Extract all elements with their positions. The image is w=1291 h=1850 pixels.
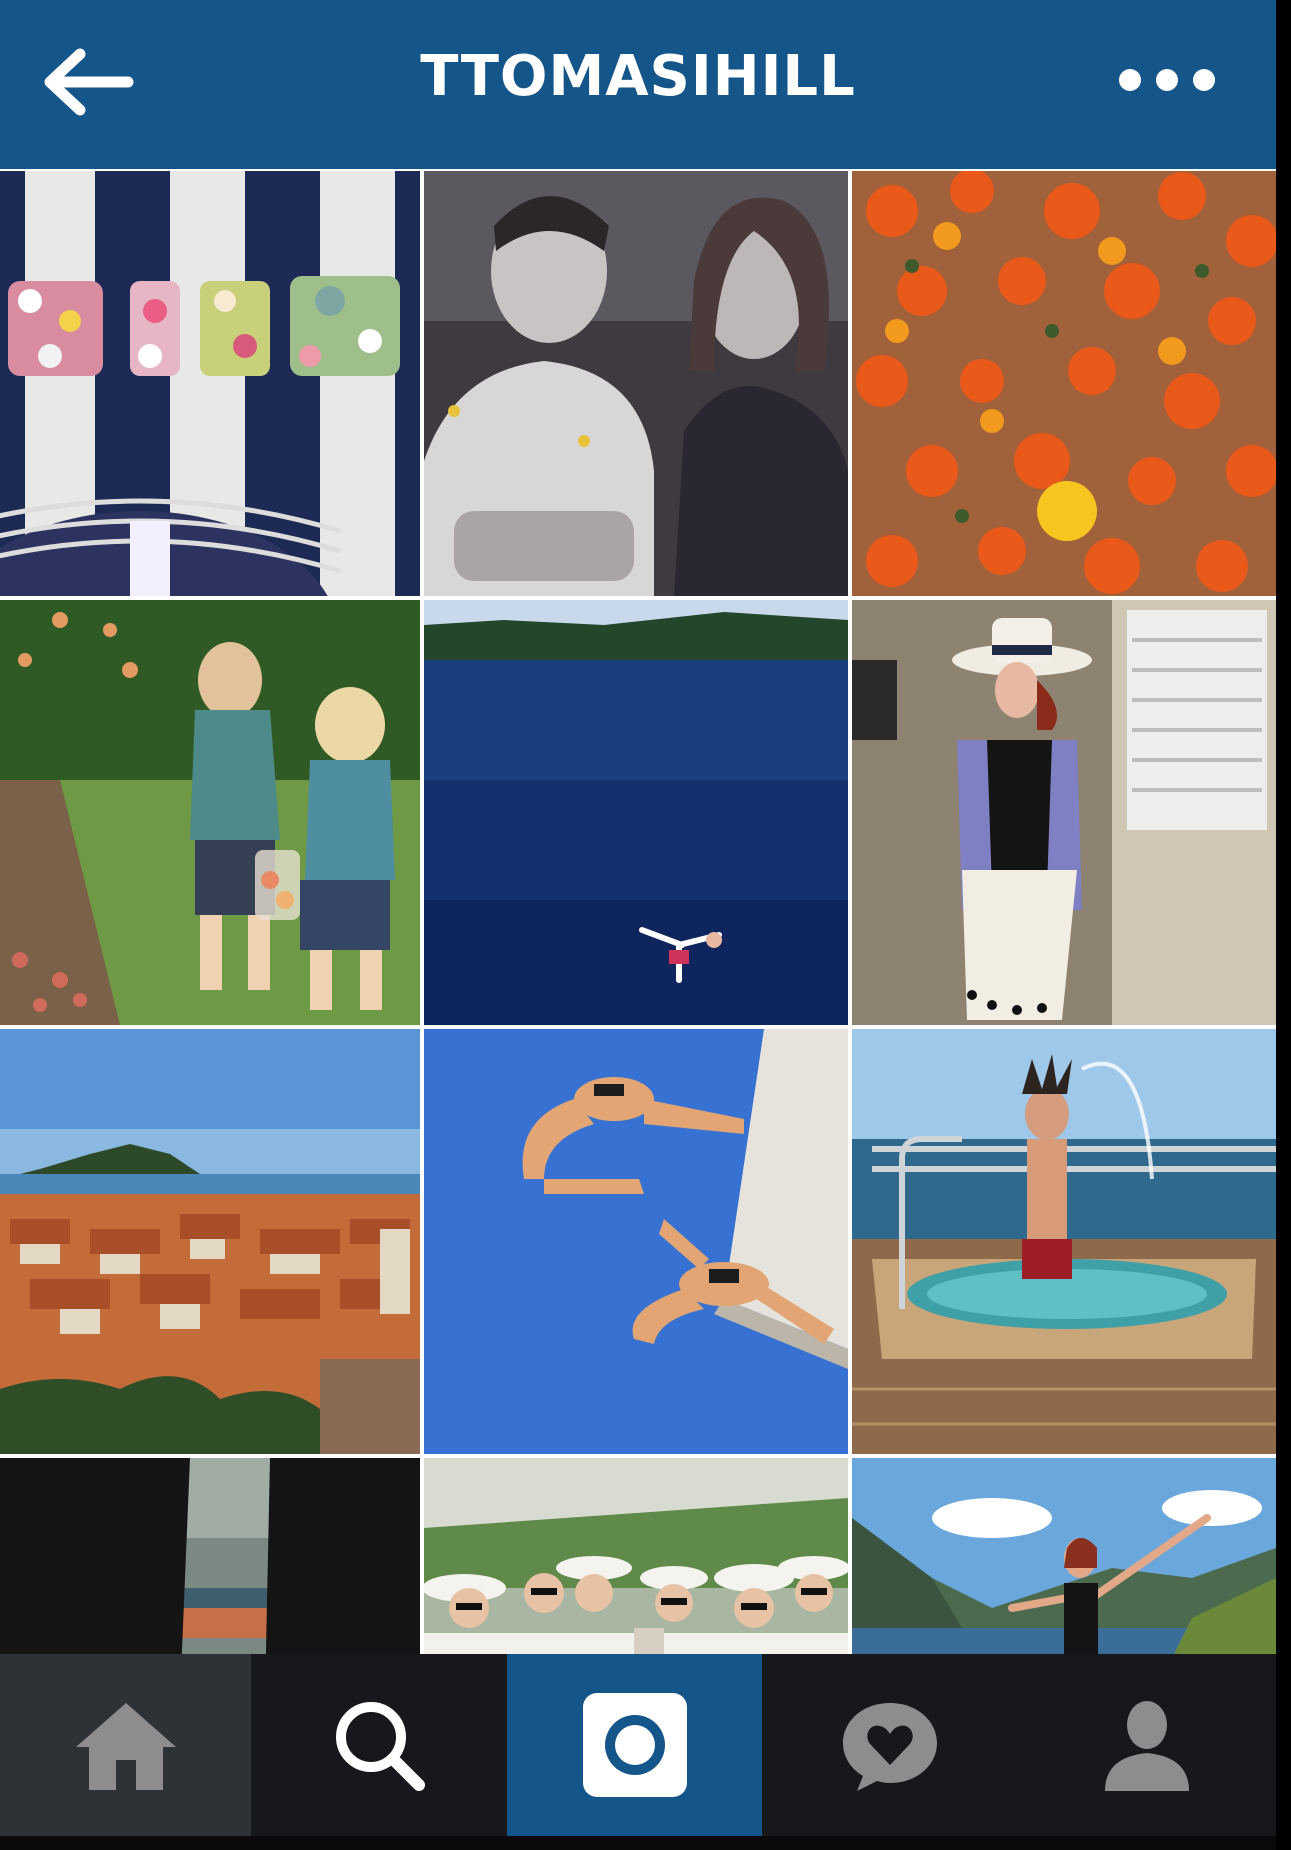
home-icon [75, 1703, 176, 1790]
swimmer-sea-photo [424, 600, 848, 1025]
orange-flowers-photo [852, 171, 1276, 596]
photo-tile[interactable] [424, 171, 848, 596]
camera-icon [582, 1693, 687, 1797]
bottom-navigation [0, 1654, 1276, 1836]
photo-tile[interactable] [852, 600, 1276, 1025]
photo-tile[interactable] [424, 600, 848, 1025]
nav-home-button[interactable] [0, 1654, 251, 1836]
bottom-edge-bar [0, 1836, 1276, 1850]
flower-letters-photo [0, 171, 420, 596]
photo-tile[interactable] [424, 1458, 848, 1654]
more-dots-icon [1119, 69, 1215, 91]
photo-tile[interactable] [0, 1029, 420, 1454]
photo-grid [0, 171, 1276, 1654]
search-icon [336, 1702, 425, 1791]
more-options-button[interactable] [1112, 62, 1222, 98]
photo-tile[interactable] [852, 171, 1276, 596]
woman-hat-photo [852, 600, 1276, 1025]
profile-username-title: TTOMASIHILL [420, 44, 856, 109]
heart-bubble-icon [843, 1703, 937, 1791]
nav-profile-button[interactable] [1018, 1654, 1276, 1836]
nav-search-button[interactable] [251, 1654, 507, 1836]
screen-edge-strip [1276, 0, 1291, 1850]
photo-tile[interactable] [852, 1029, 1276, 1454]
header-bar: TTOMASIHILL [0, 0, 1276, 169]
nav-camera-button[interactable] [507, 1654, 762, 1836]
photo-tile[interactable] [424, 1029, 848, 1454]
photo-tile[interactable] [0, 171, 420, 596]
jumping-people-photo [424, 1029, 848, 1454]
app-window: TTOMASIHILL [0, 0, 1276, 1850]
woman-bay-view-photo [852, 1458, 1276, 1654]
photo-tile[interactable] [0, 600, 420, 1025]
group-hats-photo [424, 1458, 848, 1654]
hot-tub-yacht-photo [852, 1029, 1276, 1454]
photo-tile[interactable] [0, 1458, 420, 1654]
photo-tile[interactable] [852, 1458, 1276, 1654]
old-town-rooftops-photo [0, 1029, 420, 1454]
kids-peach-orchard-photo [0, 600, 420, 1025]
couple-photo [424, 171, 848, 596]
person-icon [1105, 1701, 1189, 1791]
nav-activity-button[interactable] [762, 1654, 1018, 1836]
rock-gap-view-photo [0, 1458, 420, 1654]
